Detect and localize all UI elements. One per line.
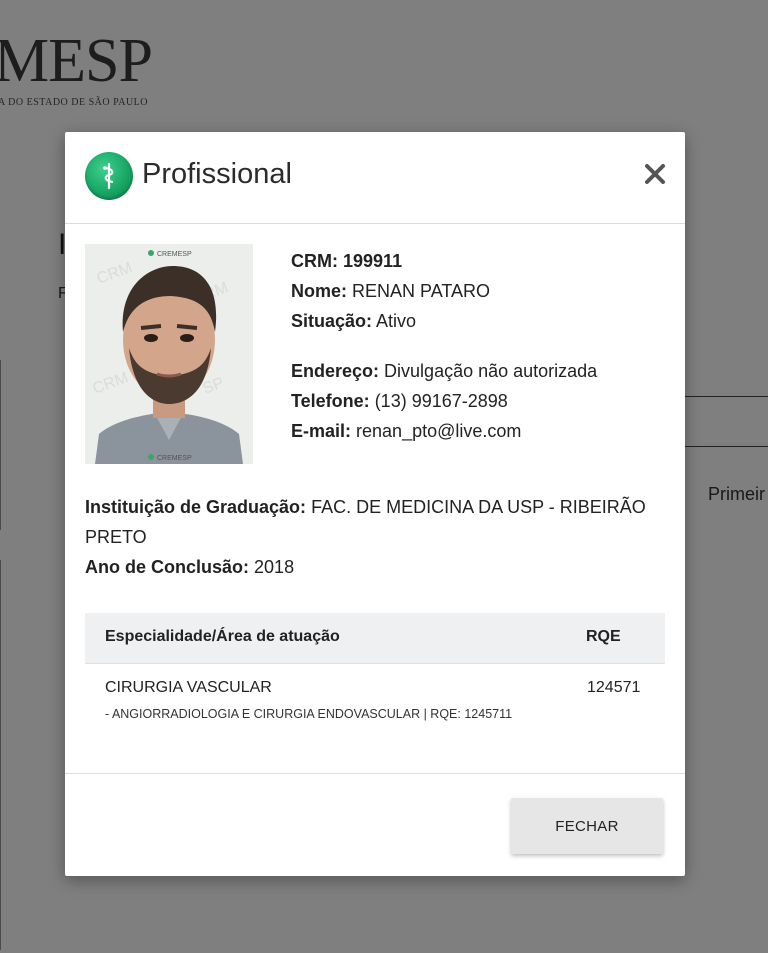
- endereco-value: Divulgação não autorizada: [384, 361, 598, 381]
- ano-row: Ano de Conclusão: 2018: [85, 552, 665, 582]
- graduation-info: Instituição de Graduação: FAC. DE MEDICI…: [85, 492, 665, 582]
- caduceus-icon: [85, 152, 133, 200]
- ano-value: 2018: [254, 557, 295, 577]
- professional-info: CRM: 199911 Nome: RENAN PATARO Situação:…: [291, 246, 597, 446]
- photo-watermark: CREMESP: [157, 251, 192, 258]
- crm-label: CRM:: [291, 251, 338, 271]
- fechar-button[interactable]: FECHAR: [511, 798, 663, 854]
- specialty-detail: - ANGIORRADIOLOGIA E CIRURGIA ENDOVASCUL…: [105, 707, 513, 721]
- telefone-label: Telefone:: [291, 391, 370, 411]
- nome-row: Nome: RENAN PATARO: [291, 276, 597, 306]
- email-row: E-mail: renan_pto@live.com: [291, 416, 597, 446]
- email-label: E-mail:: [291, 421, 352, 441]
- telefone-value: (13) 99167-2898: [374, 391, 508, 411]
- email-value: renan_pto@live.com: [356, 421, 522, 441]
- table-row: CIRURGIA VASCULAR - ANGIORRADIOLOGIA E C…: [85, 663, 665, 774]
- photo-watermark: CREMESP: [157, 455, 192, 462]
- ano-label: Ano de Conclusão:: [85, 557, 250, 577]
- modal-footer: FECHAR: [65, 773, 685, 877]
- situacao-value: Ativo: [376, 311, 417, 331]
- close-icon[interactable]: [639, 158, 671, 190]
- table-header: Especialidade/Área de atuação RQE: [85, 613, 665, 663]
- instituicao-label: Instituição de Graduação:: [85, 497, 307, 517]
- endereco-row: Endereço: Divulgação não autorizada: [291, 356, 597, 386]
- telefone-row: Telefone: (13) 99167-2898: [291, 386, 597, 416]
- specialty-column-header: Especialidade/Área de atuação: [105, 628, 340, 645]
- endereco-label: Endereço:: [291, 361, 380, 381]
- crm-value: 199911: [343, 251, 403, 271]
- specialty-table: Especialidade/Área de atuação RQE CIRURG…: [85, 613, 665, 774]
- instituicao-row: Instituição de Graduação: FAC. DE MEDICI…: [85, 492, 665, 552]
- modal-header: Profissional: [65, 132, 685, 224]
- crm-row: CRM: 199911: [291, 246, 597, 276]
- modal-title: Profissional: [142, 158, 292, 190]
- professional-photo: CRM CRM SP CRM CREMESP: [85, 244, 253, 464]
- rqe-column-header: RQE: [586, 628, 621, 645]
- nome-value: RENAN PATARO: [352, 281, 491, 301]
- situacao-row: Situação: Ativo: [291, 306, 597, 336]
- rqe-value: 124571: [587, 679, 641, 696]
- profissional-modal: Profissional CRM CRM SP CRM: [65, 132, 685, 876]
- specialty-name: CIRURGIA VASCULAR: [105, 679, 272, 696]
- nome-label: Nome:: [291, 281, 348, 301]
- situacao-label: Situação:: [291, 311, 373, 331]
